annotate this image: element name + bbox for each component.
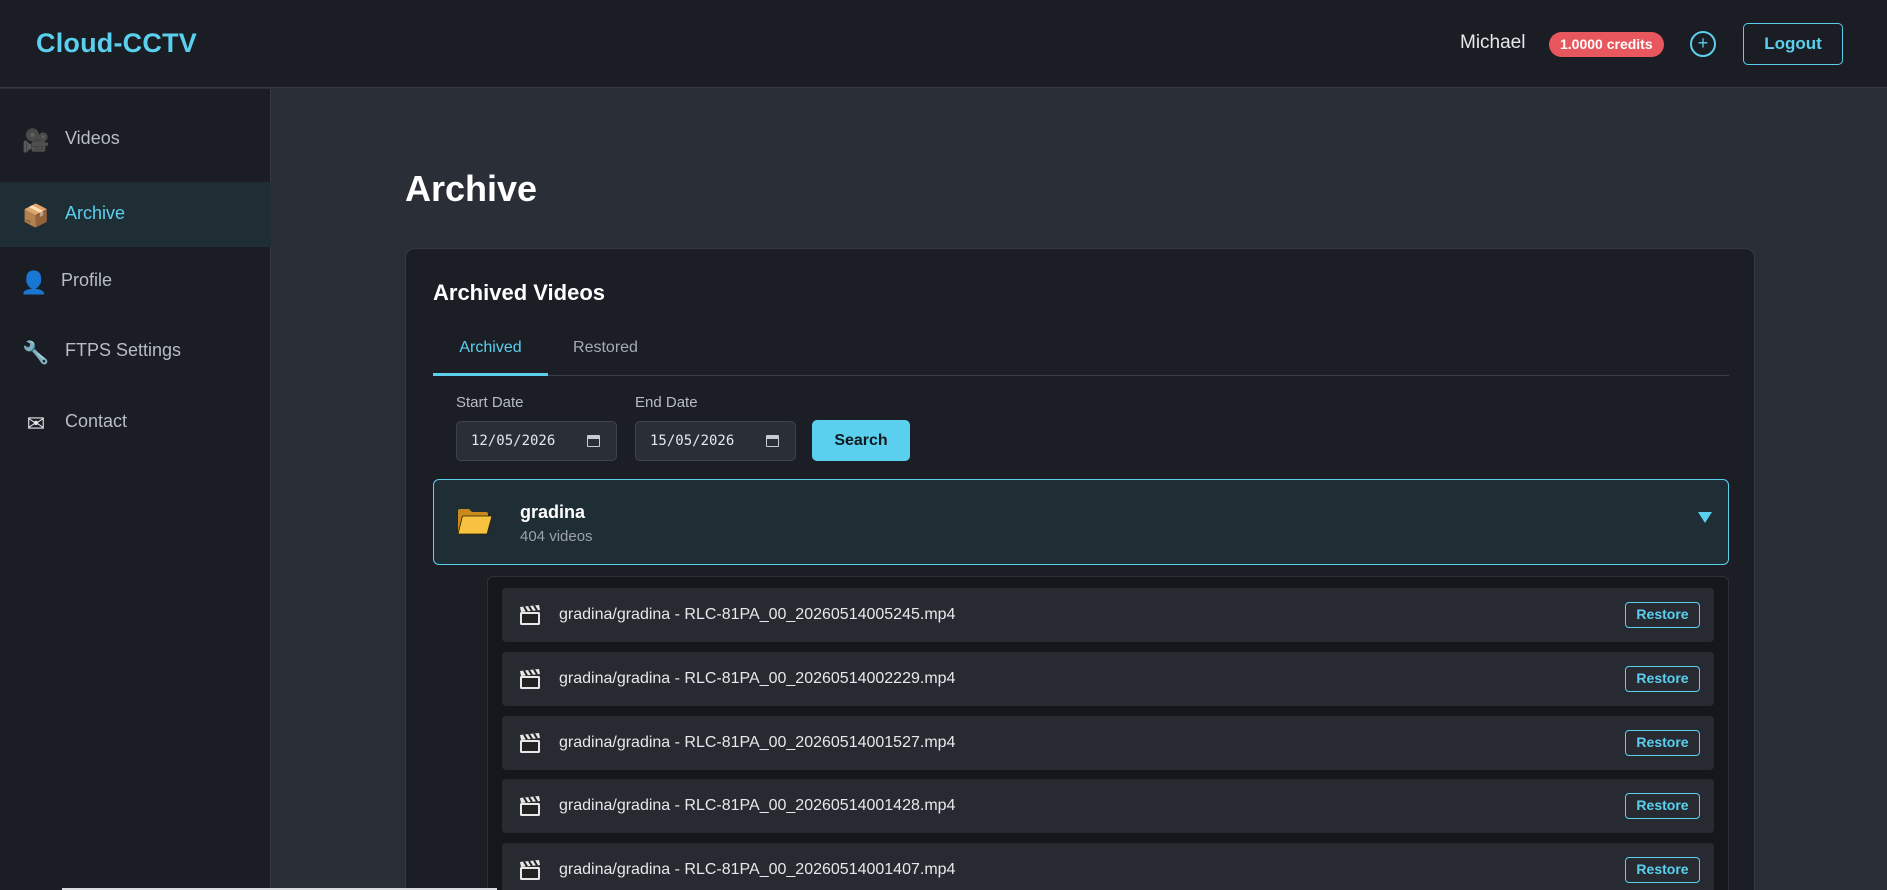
video-camera-icon: 🎥 xyxy=(22,128,50,153)
start-date-input[interactable]: 12/05/2026 xyxy=(456,421,617,461)
archived-videos-card: Archived Videos Archived Restored Start … xyxy=(405,248,1755,890)
start-date-label: Start Date xyxy=(456,394,524,411)
list-item: gradina/gradina - RLC-81PA_00_2026051400… xyxy=(502,588,1714,642)
profile-icon: 👤 xyxy=(20,270,48,295)
tab-archived[interactable]: Archived xyxy=(433,333,548,376)
sidebar-item-label: Videos xyxy=(65,128,120,148)
sidebar-item-contact[interactable]: ✉ Contact xyxy=(0,390,271,455)
wrench-icon: 🔧 xyxy=(22,340,50,365)
sidebar-item-profile[interactable]: 👤 Profile xyxy=(0,249,271,314)
folder-gradina[interactable]: gradina 404 videos xyxy=(433,479,1729,565)
restore-button[interactable]: Restore xyxy=(1625,666,1700,692)
credits-badge: 1.0000 credits xyxy=(1549,32,1664,57)
sidebar-item-label: Profile xyxy=(61,270,113,290)
sidebar-item-label: Archive xyxy=(65,203,126,223)
sidebar-item-archive[interactable]: 📦 Archive xyxy=(0,182,271,247)
clapperboard-icon xyxy=(520,604,540,625)
end-date-input[interactable]: 15/05/2026 xyxy=(635,421,796,461)
video-file-name: gradina/gradina - RLC-81PA_00_2026051400… xyxy=(559,606,956,623)
video-file-name: gradina/gradina - RLC-81PA_00_2026051400… xyxy=(559,861,956,878)
restore-button[interactable]: Restore xyxy=(1625,730,1700,756)
restore-button[interactable]: Restore xyxy=(1625,793,1700,819)
folder-name: gradina xyxy=(520,502,586,522)
restore-button[interactable]: Restore xyxy=(1625,602,1700,628)
chevron-down-icon[interactable] xyxy=(1698,512,1712,523)
card-title: Archived Videos xyxy=(433,280,605,305)
video-list: gradina/gradina - RLC-81PA_00_2026051400… xyxy=(487,576,1729,890)
top-header: Cloud-CCTV Michael 1.0000 credits + Logo… xyxy=(0,0,1887,88)
tab-bar: Archived Restored xyxy=(433,333,1729,376)
list-item: gradina/gradina - RLC-81PA_00_2026051400… xyxy=(502,652,1714,706)
video-file-name: gradina/gradina - RLC-81PA_00_2026051400… xyxy=(559,670,956,687)
calendar-icon[interactable] xyxy=(587,435,600,447)
logout-button[interactable]: Logout xyxy=(1743,23,1843,65)
list-item: gradina/gradina - RLC-81PA_00_2026051400… xyxy=(502,716,1714,770)
restore-button[interactable]: Restore xyxy=(1625,857,1700,883)
sidebar-item-ftps-settings[interactable]: 🔧 FTPS Settings xyxy=(0,319,271,384)
tab-restored[interactable]: Restored xyxy=(548,333,663,376)
calendar-icon[interactable] xyxy=(766,435,779,447)
sidebar-item-label: FTPS Settings xyxy=(65,340,182,360)
video-file-name: gradina/gradina - RLC-81PA_00_2026051400… xyxy=(559,734,956,751)
end-date-label: End Date xyxy=(635,394,698,411)
page-title: Archive xyxy=(405,168,538,209)
clapperboard-icon xyxy=(520,859,540,880)
clapperboard-icon xyxy=(520,668,540,689)
search-button[interactable]: Search xyxy=(812,420,910,461)
brand-logo[interactable]: Cloud-CCTV xyxy=(36,28,197,59)
box-icon: 📦 xyxy=(22,203,50,228)
sidebar: 🎥 Videos 📦 Archive 👤 Profile 🔧 FTPS Sett… xyxy=(0,89,271,890)
video-file-name: gradina/gradina - RLC-81PA_00_2026051400… xyxy=(559,797,956,814)
folder-video-count: 404 videos xyxy=(520,528,593,545)
clapperboard-icon xyxy=(520,732,540,753)
sidebar-item-videos[interactable]: 🎥 Videos xyxy=(0,107,271,172)
start-date-value: 12/05/2026 xyxy=(471,433,556,449)
add-credits-button[interactable]: + xyxy=(1690,31,1716,57)
clapperboard-icon xyxy=(520,795,540,816)
user-name: Michael xyxy=(1460,32,1526,53)
list-item: gradina/gradina - RLC-81PA_00_2026051400… xyxy=(502,779,1714,833)
sidebar-item-label: Contact xyxy=(65,411,128,431)
envelope-icon: ✉ xyxy=(26,411,46,436)
end-date-value: 15/05/2026 xyxy=(650,433,735,449)
folder-icon xyxy=(457,509,493,535)
list-item: gradina/gradina - RLC-81PA_00_2026051400… xyxy=(502,843,1714,890)
